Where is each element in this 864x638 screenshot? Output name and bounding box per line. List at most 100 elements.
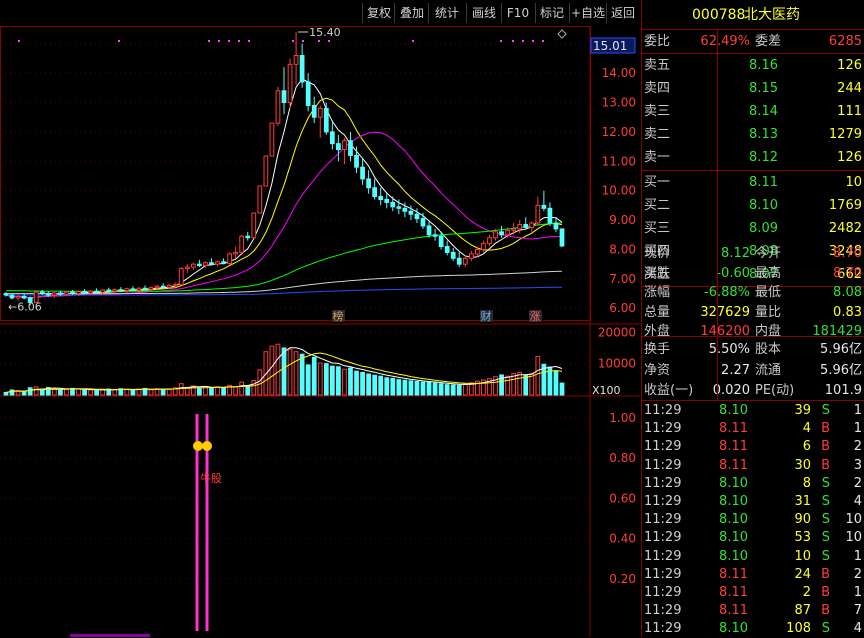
- tick-volume: 6: [802, 439, 811, 455]
- tick-volume: 39: [794, 403, 811, 418]
- tick-side: S: [821, 475, 830, 491]
- tick-row[interactable]: 11:29 8.10 108 S 4: [642, 620, 864, 638]
- sell-level-label: 卖五: [644, 58, 671, 73]
- candle-body: [475, 248, 480, 255]
- tick-count: 2: [853, 475, 862, 491]
- toolbar-button-0[interactable]: 复权: [362, 3, 395, 23]
- buy-level-label: 买一: [644, 175, 671, 190]
- tick-time: 11:29: [644, 421, 682, 437]
- candle-body: [360, 166, 365, 180]
- event-marker: 榜: [333, 309, 344, 323]
- sell-level-volume: 126: [837, 58, 862, 73]
- tick-row[interactable]: 11:29 8.10 39 S 1: [642, 402, 864, 420]
- tick-volume: 108: [786, 621, 811, 637]
- volume-bar: [251, 380, 257, 396]
- buy-level-1[interactable]: 买一 8.11 10: [642, 171, 864, 194]
- tick-row[interactable]: 11:29 8.11 87 B 7: [642, 602, 864, 620]
- toolbar-button-5[interactable]: 标记: [535, 3, 568, 23]
- tick-count: 10: [845, 512, 862, 528]
- candle-body: [172, 284, 178, 287]
- volume-bar: [209, 387, 214, 396]
- candlesticks: [3, 32, 565, 306]
- volume-bar: [342, 368, 347, 396]
- toolbar-button-3[interactable]: 画线: [466, 3, 501, 23]
- buy-level-price: 8.09: [749, 221, 778, 236]
- tick-row[interactable]: 11:29 8.11 24 B 2: [642, 566, 864, 584]
- volume-bar: [450, 384, 456, 396]
- candle-body: [257, 185, 263, 214]
- tick-row[interactable]: 11:29 8.10 8 S 2: [642, 475, 864, 493]
- kline-chart[interactable]: 15.0014.0013.0012.0011.0010.009.008.007.…: [0, 26, 640, 637]
- toolbar-button-2[interactable]: 统计: [428, 3, 465, 23]
- indicator-label: 牛股: [200, 471, 222, 485]
- indicator-panel: [70, 414, 212, 637]
- tick-row[interactable]: 11:29 8.11 4 B 1: [642, 420, 864, 438]
- tick-row[interactable]: 11:29 8.10 31 S 4: [642, 493, 864, 511]
- signal-dot: [328, 40, 330, 42]
- volume-bar: [3, 391, 9, 396]
- tick-count: 1: [853, 585, 862, 600]
- candle-body: [372, 187, 378, 198]
- tick-side: S: [821, 530, 830, 546]
- buy-level-2[interactable]: 买二 8.10 1769: [642, 194, 864, 217]
- sell-level-price: 8.16: [749, 58, 778, 73]
- tick-time: 11:29: [644, 475, 682, 491]
- order-ratio-label: 委比: [644, 34, 671, 49]
- toolbar-button-4[interactable]: F10: [501, 3, 534, 23]
- volume-bar: [535, 355, 541, 396]
- volume-bar: [414, 381, 420, 396]
- tick-row[interactable]: 11:29 8.10 53 S 10: [642, 529, 864, 547]
- tick-volume: 4: [802, 421, 811, 437]
- volume-bar: [354, 370, 359, 396]
- buy-level-3[interactable]: 买三 8.09 2482: [642, 217, 864, 240]
- candle-body: [354, 154, 359, 168]
- sell-level-1[interactable]: 卖一 8.12 126: [642, 146, 864, 169]
- tick-side: S: [821, 403, 830, 418]
- toolbar-button-6[interactable]: +自选: [569, 3, 606, 23]
- candle-body: [178, 268, 184, 286]
- sell-level-3[interactable]: 卖三 8.14 111: [642, 100, 864, 123]
- volume-bar: [64, 389, 69, 396]
- candle-body: [227, 253, 232, 265]
- sell-level-2[interactable]: 卖二 8.13 1279: [642, 123, 864, 146]
- candle-body: [299, 55, 305, 83]
- candle-body: [88, 290, 93, 294]
- candle-body: [124, 288, 130, 292]
- volume-bar: [336, 366, 341, 396]
- signal-dot: [218, 40, 220, 42]
- tick-side: S: [821, 494, 830, 509]
- candle-body: [275, 90, 281, 124]
- volume-bar: [432, 382, 438, 396]
- candle-body: [106, 289, 112, 292]
- sell-level-5[interactable]: 卖五 8.16 126: [642, 54, 864, 77]
- volume-bar: [233, 386, 239, 396]
- tick-row[interactable]: 11:29 8.10 10 S 1: [642, 548, 864, 566]
- tick-count: 1: [853, 548, 862, 564]
- tick-row[interactable]: 11:29 8.11 6 B 2: [642, 438, 864, 456]
- tick-count: 2: [853, 439, 862, 455]
- volume-bar: [444, 384, 450, 396]
- sell-level-4[interactable]: 卖四 8.15 244: [642, 77, 864, 100]
- order-diff-value: 6285: [828, 34, 862, 49]
- toolbar-button-7[interactable]: 返回: [606, 3, 639, 23]
- tick-price: 8.11: [719, 421, 748, 437]
- tick-row[interactable]: 11:29 8.11 30 B 3: [642, 457, 864, 475]
- volume-bar: [27, 387, 33, 396]
- volume-bar: [58, 388, 63, 396]
- volume-bar: [287, 348, 293, 396]
- candle-body: [136, 287, 142, 291]
- tick-row[interactable]: 11:29 8.10 90 S 10: [642, 511, 864, 529]
- fundamental-row: 收益(一) 0.020 PE(动) 101.9: [642, 379, 864, 402]
- candle-body: [197, 263, 202, 267]
- toolbar-button-1[interactable]: 叠加: [394, 3, 429, 23]
- price-axis-label: 9.00: [609, 213, 636, 227]
- candle-body: [420, 218, 426, 227]
- tick-row[interactable]: 11:29 8.11 2 B 1: [642, 584, 864, 602]
- volume-bar: [305, 364, 311, 396]
- volume-bar: [148, 389, 154, 396]
- candle-body: [82, 290, 87, 294]
- volume-bar: [94, 390, 100, 396]
- tick-count: 4: [853, 494, 862, 509]
- signal-dot: [500, 40, 502, 42]
- candle-body: [438, 235, 444, 248]
